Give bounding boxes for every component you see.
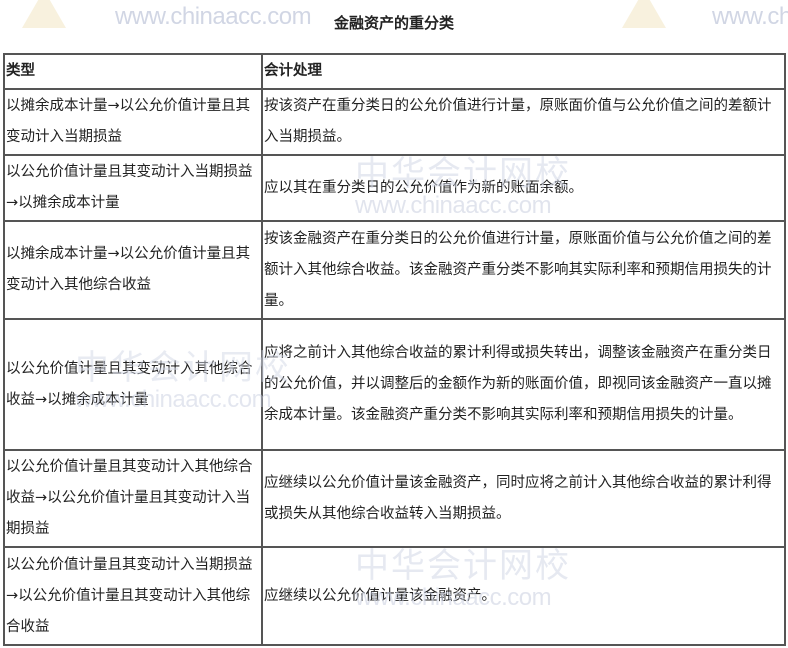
cell-treatment: 应继续以公允价值计量该金融资产，同时应将之前计入其他综合收益的累计利得或损失从其…: [261, 449, 786, 548]
cell-type: 以摊余成本计量→以公允价值计量且其变动计入当期损益: [3, 88, 263, 156]
cell-type: 以公允价值计量且其变动计入当期损益→以公允价值计量且其变动计入其他综合收益: [3, 546, 263, 646]
table-row: 以公允价值计量且其变动计入当期损益→以公允价值计量且其变动计入其他综合收益 应继…: [3, 546, 786, 646]
table-header-row: 类型 会计处理: [3, 53, 786, 90]
cell-treatment: 应以其在重分类日的公允价值作为新的账面余额。: [261, 154, 786, 222]
cell-type: 以公允价值计量且其变动计入其他综合收益→以摊余成本计量: [3, 318, 263, 451]
table-row: 以公允价值计量且其变动计入其他综合收益→以摊余成本计量 应将之前计入其他综合收益…: [3, 318, 786, 451]
cell-type: 以公允价值计量且其变动计入当期损益→以摊余成本计量: [3, 154, 263, 222]
table-row: 以公允价值计量且其变动计入其他综合收益→以公允价值计量且其变动计入当期损益 应继…: [3, 449, 786, 548]
cell-treatment: 按该金融资产在重分类日的公允价值进行计量，原账面价值与公允价值之间的差额计入其他…: [261, 220, 786, 320]
table-row: 以摊余成本计量→以公允价值计量且其变动计入当期损益 按该资产在重分类日的公允价值…: [3, 88, 786, 156]
cell-type: 以摊余成本计量→以公允价值计量且其变动计入其他综合收益: [3, 220, 263, 320]
header-treatment: 会计处理: [261, 53, 786, 90]
cell-treatment: 按该资产在重分类日的公允价值进行计量，原账面价值与公允价值之间的差额计入当期损益…: [261, 88, 786, 156]
cell-treatment: 应继续以公允价值计量该金融资产。: [261, 546, 786, 646]
table-row: 以公允价值计量且其变动计入当期损益→以摊余成本计量 应以其在重分类日的公允价值作…: [3, 154, 786, 222]
cell-treatment: 应将之前计入其他综合收益的累计利得或损失转出，调整该金融资产在重分类日的公允价值…: [261, 318, 786, 451]
page-title: 金融资产的重分类: [333, 14, 454, 32]
table-row: 以摊余成本计量→以公允价值计量且其变动计入其他综合收益 按该金融资产在重分类日的…: [3, 220, 786, 320]
cell-type: 以公允价值计量且其变动计入其他综合收益→以公允价值计量且其变动计入当期损益: [3, 449, 263, 548]
header-type: 类型: [3, 53, 263, 90]
reclassification-table: 类型 会计处理 以摊余成本计量→以公允价值计量且其变动计入当期损益 按该资产在重…: [3, 53, 786, 646]
